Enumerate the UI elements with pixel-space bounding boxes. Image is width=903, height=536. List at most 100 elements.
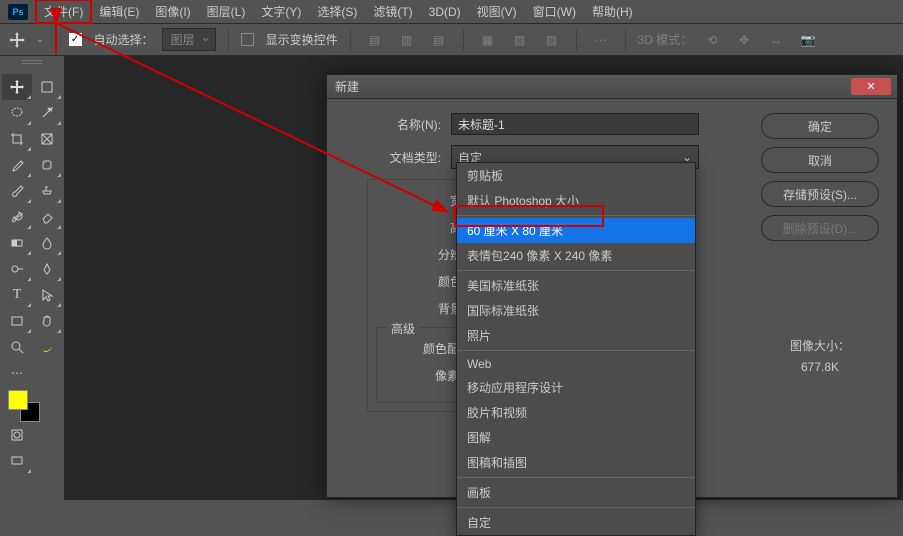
show-transform-label: 显示变换控件: [266, 31, 338, 48]
dropdown-separator: [457, 477, 695, 478]
3d-camera-icon[interactable]: 📷: [796, 28, 820, 52]
dialog-title: 新建: [335, 78, 359, 95]
doc-type-dropdown[interactable]: 剪贴板默认 Photoshop 大小 60 厘米 X 80 厘米表情包240 像素…: [456, 162, 696, 536]
toolbox: T ⋯: [0, 56, 64, 500]
tool-path-select[interactable]: [32, 282, 62, 308]
dropdown-item[interactable]: Web: [457, 353, 695, 375]
dropdown-item[interactable]: 图解: [457, 425, 695, 450]
tool-artboard[interactable]: [32, 74, 62, 100]
dropdown-item[interactable]: 美国标准纸张: [457, 273, 695, 298]
dropdown-item[interactable]: 表情包240 像素 X 240 像素: [457, 243, 695, 268]
doc-type-label: 文档类型:: [339, 149, 451, 166]
height-label: 高: [376, 219, 468, 236]
dropdown-separator: [457, 350, 695, 351]
dropdown-item[interactable]: 剪贴板: [457, 163, 695, 188]
color-mode-label: 颜色: [376, 273, 468, 290]
toolbox-grip-icon[interactable]: [22, 60, 42, 64]
tool-type[interactable]: T: [2, 282, 32, 308]
dropdown-item[interactable]: 照片: [457, 323, 695, 348]
dropdown-item[interactable]: 图稿和插图: [457, 450, 695, 475]
tool-banana[interactable]: [32, 334, 62, 360]
show-transform-checkbox[interactable]: [241, 33, 254, 46]
tool-move[interactable]: [2, 74, 32, 100]
tool-crop[interactable]: [2, 126, 32, 152]
image-size-value: 677.8K: [755, 360, 885, 374]
tool-eraser[interactable]: [32, 204, 62, 230]
options-bar: ⌄ ✓ 自动选择： 图层 显示变换控件 ▤ ▥ ▤ ▦ ▧ ▨ ⋯ 3D 模式：…: [0, 24, 903, 56]
3d-orbit-icon[interactable]: ⟲: [700, 28, 724, 52]
tool-eyedropper[interactable]: [2, 152, 32, 178]
tool-healing[interactable]: [32, 152, 62, 178]
menubar: Ps 文件(F) 编辑(E) 图像(I) 图层(L) 文字(Y) 选择(S) 滤…: [0, 0, 903, 24]
menu-help[interactable]: 帮助(H): [584, 0, 641, 23]
dropdown-item[interactable]: 自定: [457, 510, 695, 535]
menu-3d[interactable]: 3D(D): [421, 2, 469, 22]
menu-image[interactable]: 图像(I): [147, 0, 198, 23]
tool-dodge[interactable]: [2, 256, 32, 282]
menu-layer[interactable]: 图层(L): [199, 0, 254, 23]
image-size-label: 图像大小：: [755, 337, 885, 354]
align-right-icon[interactable]: ▤: [427, 28, 451, 52]
menu-window[interactable]: 窗口(W): [525, 0, 584, 23]
dropdown-separator: [457, 507, 695, 508]
distribute-icon[interactable]: ⋯: [589, 28, 613, 52]
dropdown-item[interactable]: 国际标准纸张: [457, 298, 695, 323]
align-center-h-icon[interactable]: ▥: [395, 28, 419, 52]
move-tool-icon[interactable]: [8, 31, 26, 49]
name-label: 名称(N):: [339, 116, 451, 133]
tool-hand[interactable]: [32, 308, 62, 334]
save-preset-button[interactable]: 存储预设(S)...: [761, 181, 879, 207]
tool-history-brush[interactable]: [2, 204, 32, 230]
tool-frame[interactable]: [32, 126, 62, 152]
align-bottom-icon[interactable]: ▨: [540, 28, 564, 52]
3d-slide-icon[interactable]: ↔: [764, 28, 788, 52]
delete-preset-button[interactable]: 删除预设(D)...: [761, 215, 879, 241]
tool-magic-wand[interactable]: [32, 100, 62, 126]
menu-edit[interactable]: 编辑(E): [91, 0, 147, 23]
color-swatches[interactable]: [2, 386, 62, 422]
auto-select-target-combo[interactable]: 图层: [162, 28, 216, 51]
menu-view[interactable]: 视图(V): [469, 0, 525, 23]
align-left-icon[interactable]: ▤: [363, 28, 387, 52]
foreground-color[interactable]: [8, 390, 28, 410]
align-center-v-icon[interactable]: ▧: [508, 28, 532, 52]
dialog-titlebar[interactable]: 新建 ✕: [327, 75, 897, 99]
dropdown-separator: [457, 270, 695, 271]
tool-rectangle[interactable]: [2, 308, 32, 334]
tool-clone-stamp[interactable]: [32, 178, 62, 204]
tool-brush[interactable]: [2, 178, 32, 204]
dropdown-item[interactable]: 画板: [457, 480, 695, 505]
tool-gradient[interactable]: [2, 230, 32, 256]
dropdown-item[interactable]: 胶片和视频: [457, 400, 695, 425]
tool-blur[interactable]: [32, 230, 62, 256]
quickmask-toggle[interactable]: [2, 422, 32, 448]
menu-type[interactable]: 文字(Y): [253, 0, 309, 23]
close-button[interactable]: ✕: [851, 78, 891, 95]
dropdown-item[interactable]: 60 厘米 X 80 厘米: [457, 218, 695, 243]
ok-button[interactable]: 确定: [761, 113, 879, 139]
background-label: 背景: [376, 300, 468, 317]
advanced-label: 高级: [387, 320, 419, 337]
tool-pen[interactable]: [32, 256, 62, 282]
dropdown-separator: [457, 215, 695, 216]
name-input[interactable]: [451, 113, 699, 135]
dropdown-item[interactable]: 默认 Photoshop 大小: [457, 188, 695, 213]
tool-zoom[interactable]: [2, 334, 32, 360]
ps-logo: Ps: [8, 4, 28, 20]
mode-3d-label: 3D 模式：: [638, 31, 693, 48]
resolution-label: 分辨: [376, 246, 468, 263]
dropdown-item[interactable]: 移动应用程序设计: [457, 375, 695, 400]
tool-preset-chevron-icon[interactable]: ⌄: [36, 34, 44, 45]
3d-pan-icon[interactable]: ✥: [732, 28, 756, 52]
menu-select[interactable]: 选择(S): [309, 0, 365, 23]
tool-lasso[interactable]: [2, 100, 32, 126]
cancel-button[interactable]: 取消: [761, 147, 879, 173]
screen-mode[interactable]: [2, 448, 32, 474]
width-label: 宽: [376, 192, 468, 209]
auto-select-checkbox[interactable]: ✓: [69, 33, 82, 46]
align-top-icon[interactable]: ▦: [476, 28, 500, 52]
menu-filter[interactable]: 滤镜(T): [365, 0, 420, 23]
tool-edit-toolbar[interactable]: ⋯: [2, 360, 32, 386]
menu-file[interactable]: 文件(F): [36, 0, 91, 23]
auto-select-label: 自动选择：: [94, 31, 154, 48]
